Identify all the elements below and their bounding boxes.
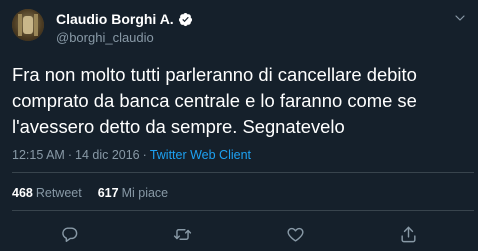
meta-separator: · [67, 148, 72, 162]
like-button[interactable] [283, 222, 307, 246]
likes-stat[interactable]: 617 Mi piace [98, 186, 168, 200]
divider [12, 210, 474, 211]
tweet-date[interactable]: 14 dic 2016 [75, 148, 140, 162]
share-button[interactable] [396, 222, 420, 246]
retweets-count: 468 [12, 186, 33, 200]
retweet-icon [173, 228, 191, 240]
meta-separator: · [142, 148, 147, 162]
retweets-label: Retweet [35, 186, 82, 200]
heart-icon [286, 227, 304, 242]
tweet-card: Claudio Borghi A. @borghi_claudio Fra no… [0, 0, 478, 251]
display-name[interactable]: Claudio Borghi A. [56, 11, 174, 27]
tweet-client-link[interactable]: Twitter Web Client [150, 148, 251, 162]
retweet-button[interactable] [170, 222, 194, 246]
retweets-stat[interactable]: 468 Retweet [12, 186, 82, 200]
divider [12, 172, 474, 173]
reply-icon [61, 226, 77, 242]
author-handle[interactable]: @borghi_claudio [56, 30, 154, 45]
likes-label: Mi piace [121, 186, 169, 200]
share-icon [400, 226, 416, 242]
tweet-time[interactable]: 12:15 AM [12, 148, 65, 162]
avatar[interactable] [12, 9, 44, 41]
tweet-timestamp: 12:15 AM · 14 dic 2016 · Twitter Web Client [12, 148, 251, 162]
reply-button[interactable] [57, 222, 81, 246]
tweet-text: Fra non molto tutti parleranno di cancel… [12, 64, 417, 137]
author-row[interactable]: Claudio Borghi A. [56, 11, 193, 27]
chevron-down-icon[interactable] [454, 12, 466, 24]
likes-count: 617 [97, 186, 119, 200]
verified-badge-icon [178, 12, 192, 26]
tweet-actions [0, 222, 478, 246]
tweet-stats: 468 Retweet 617 Mi piace [12, 186, 168, 200]
